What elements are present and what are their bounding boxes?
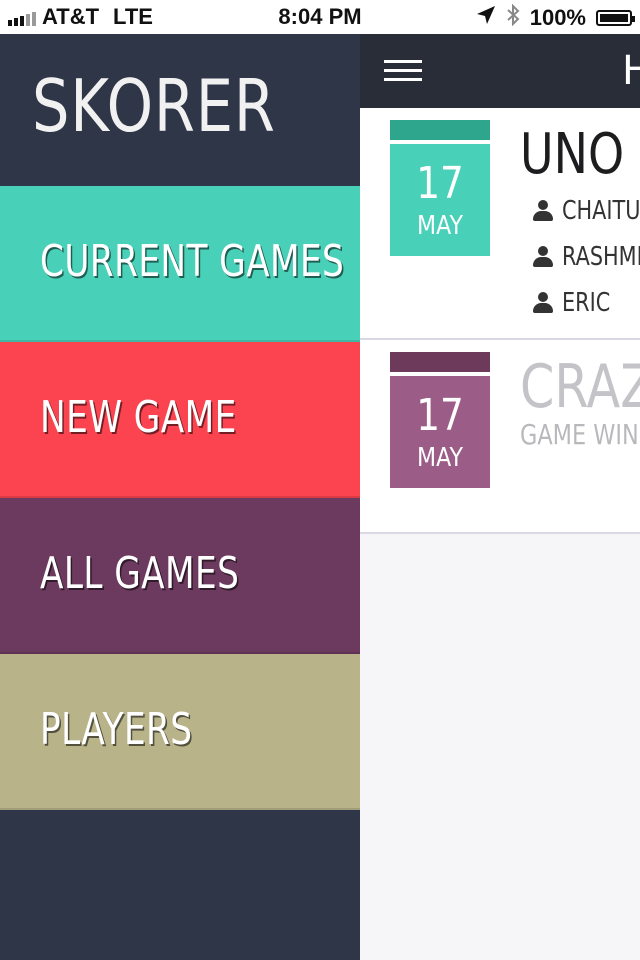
player-row: ERIC	[532, 288, 622, 318]
sidebar-item-all-games[interactable]: ALL GAMES	[0, 498, 360, 654]
page-title: H	[622, 48, 640, 94]
sidebar-item-label: CURRENT GAMES	[40, 236, 345, 287]
sidebar-item-label: PLAYERS	[40, 704, 193, 755]
game-card[interactable]: 17 MAY UNO @ CHAITU RASHMI ERIC	[360, 108, 640, 340]
date-month: MAY	[417, 211, 463, 241]
date-badge: 17 MAY	[390, 352, 490, 488]
main-panel: H 17 MAY UNO @ CHAITU RASHMI ERIC	[360, 34, 640, 960]
hamburger-menu-icon[interactable]	[384, 60, 422, 82]
bluetooth-icon	[506, 3, 520, 32]
date-day: 17	[416, 158, 464, 209]
player-name: CHAITU	[562, 196, 640, 226]
person-icon	[532, 246, 554, 268]
game-title: UNO @	[520, 122, 640, 187]
player-row: RASHMI	[532, 242, 640, 272]
sidebar-item-players[interactable]: PLAYERS	[0, 654, 360, 810]
date-month: MAY	[417, 443, 463, 473]
status-bar: AT&T LTE 8:04 PM 100%	[0, 0, 640, 34]
game-title: CRAZY	[520, 352, 640, 422]
sidebar: SKORER CURRENT GAMES NEW GAME ALL GAMES …	[0, 34, 360, 960]
player-row: CHAITU	[532, 196, 640, 226]
person-icon	[532, 200, 554, 222]
sidebar-item-label: NEW GAME	[40, 392, 237, 443]
player-name: ERIC	[562, 288, 611, 318]
battery-icon	[596, 10, 635, 26]
date-day: 17	[416, 390, 464, 441]
brand-logo: SKORER	[0, 34, 360, 186]
date-badge: 17 MAY	[390, 120, 490, 256]
battery-percent: 100%	[529, 5, 586, 30]
top-bar: H	[360, 34, 640, 108]
sidebar-item-new-game[interactable]: NEW GAME	[0, 342, 360, 498]
game-card[interactable]: 17 MAY CRAZY GAME WINN	[360, 340, 640, 534]
sidebar-item-current-games[interactable]: CURRENT GAMES	[0, 186, 360, 342]
clock: 8:04 PM	[278, 4, 362, 29]
brand-title: SKORER	[32, 64, 276, 148]
player-name: RASHMI	[562, 242, 640, 272]
person-icon	[532, 292, 554, 314]
game-subtitle: GAME WINN	[520, 418, 640, 451]
location-arrow-icon	[476, 5, 496, 31]
sidebar-item-label: ALL GAMES	[40, 548, 240, 599]
